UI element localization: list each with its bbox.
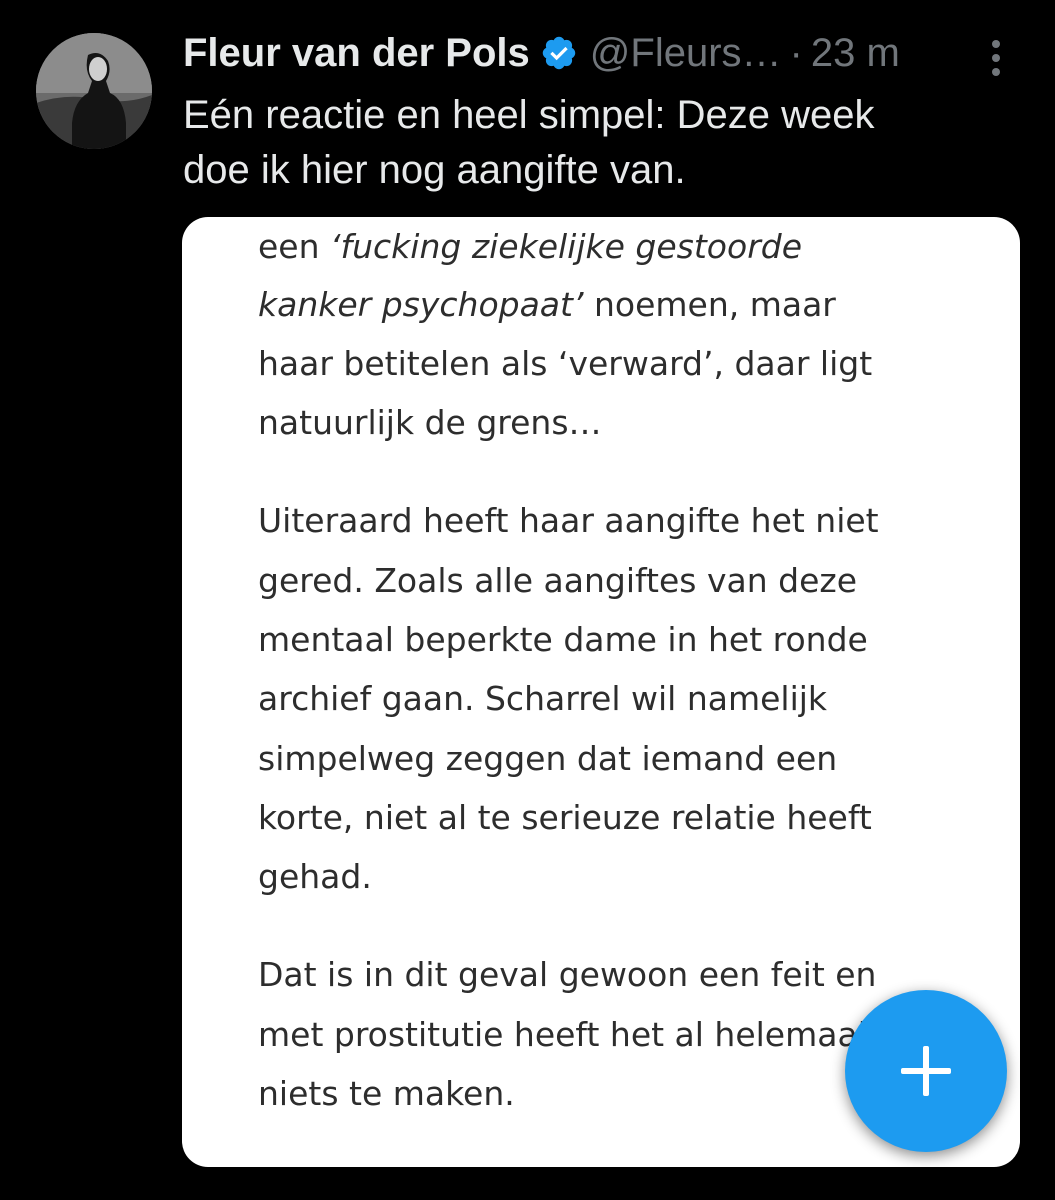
- media-text-line: korte, niet al te serieuze relatie heeft: [258, 798, 872, 837]
- user-handle[interactable]: @Fleurs…: [590, 31, 782, 76]
- more-vertical-icon[interactable]: [986, 38, 1006, 78]
- media-text-line: niets te maken.: [258, 1074, 515, 1113]
- media-text-line: een ‘fucking ziekelijke gestoorde: [258, 227, 803, 266]
- media-text-line: gered. Zoals alle aangiftes van deze: [258, 561, 858, 600]
- display-name[interactable]: Fleur van der Pols: [183, 31, 530, 76]
- media-text-line: met prostitutie heeft het al helemaal: [258, 1015, 867, 1054]
- media-text-line: gehad.: [258, 857, 372, 896]
- tweet-text: Eén reactie en heel simpel: Deze week do…: [183, 88, 1003, 198]
- tweet-text-line: Eén reactie en heel simpel: Deze week: [183, 93, 875, 137]
- media-text-line: Uiteraard heeft haar aangifte het niet: [258, 501, 879, 540]
- media-text-line: mentaal beperkte dame in het ronde: [258, 620, 868, 659]
- compose-button[interactable]: [845, 990, 1007, 1152]
- header-separator: ·: [789, 30, 803, 75]
- media-text-line: kanker psychopaat’ noemen, maar: [258, 285, 836, 324]
- verified-badge-icon: [540, 34, 578, 72]
- tweet-header: Fleur van der Pols @Fleurs… · 23 m: [183, 28, 1023, 78]
- tweet-text-line: doe ik hier nog aangifte van.: [183, 148, 686, 192]
- avatar-photo: [36, 33, 152, 149]
- media-text-line: simpelweg zeggen dat iemand een: [258, 739, 838, 778]
- tweet[interactable]: Fleur van der Pols @Fleurs… · 23 m Eén r…: [0, 0, 1055, 1200]
- avatar[interactable]: [36, 33, 152, 149]
- media-text-line: Dat is in dit geval gewoon een feit en: [258, 955, 877, 994]
- media-text-line: natuurlijk de grens…: [258, 403, 602, 442]
- plus-icon: [901, 1046, 951, 1096]
- media-text-line: haar betitelen als ‘verward’, daar ligt: [258, 344, 873, 383]
- tweet-timestamp[interactable]: 23 m: [811, 31, 900, 76]
- media-text-line: archief gaan. Scharrel wil namelijk: [258, 679, 828, 718]
